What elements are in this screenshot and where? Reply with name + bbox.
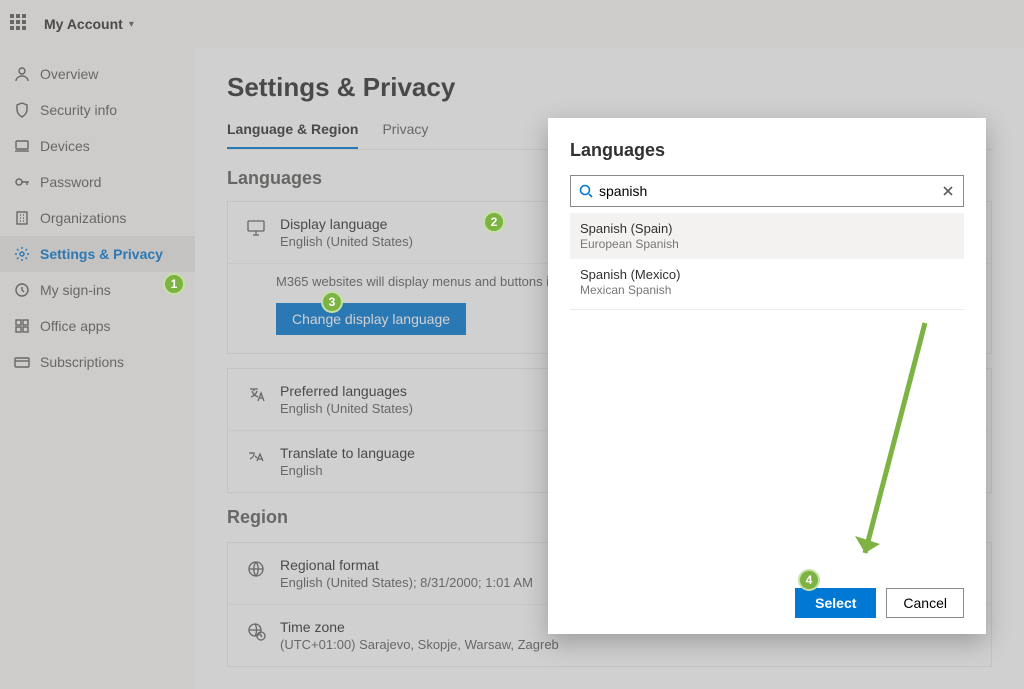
result-subtitle: Mexican Spanish — [580, 283, 954, 297]
annotation-badge-4: 4 — [798, 569, 820, 591]
annotation-badge-2: 2 — [483, 211, 505, 233]
languages-dialog: Languages Spanish (Spain) European Spani… — [548, 118, 986, 634]
annotation-badge-1: 1 — [163, 273, 185, 295]
language-result[interactable]: Spanish (Spain) European Spanish — [570, 213, 964, 259]
language-result[interactable]: Spanish (Mexico) Mexican Spanish — [570, 259, 964, 305]
result-subtitle: European Spanish — [580, 237, 954, 251]
select-button[interactable]: Select — [795, 588, 876, 618]
search-results: Spanish (Spain) European Spanish Spanish… — [570, 213, 964, 310]
language-search-input[interactable] — [599, 180, 935, 202]
divider — [570, 309, 964, 310]
dialog-title: Languages — [570, 140, 964, 161]
cancel-button[interactable]: Cancel — [886, 588, 964, 618]
result-title: Spanish (Spain) — [580, 221, 954, 236]
clear-search-icon[interactable] — [941, 184, 955, 198]
search-icon — [579, 184, 593, 198]
annotation-badge-3: 3 — [321, 291, 343, 313]
result-title: Spanish (Mexico) — [580, 267, 954, 282]
language-search[interactable] — [570, 175, 964, 207]
